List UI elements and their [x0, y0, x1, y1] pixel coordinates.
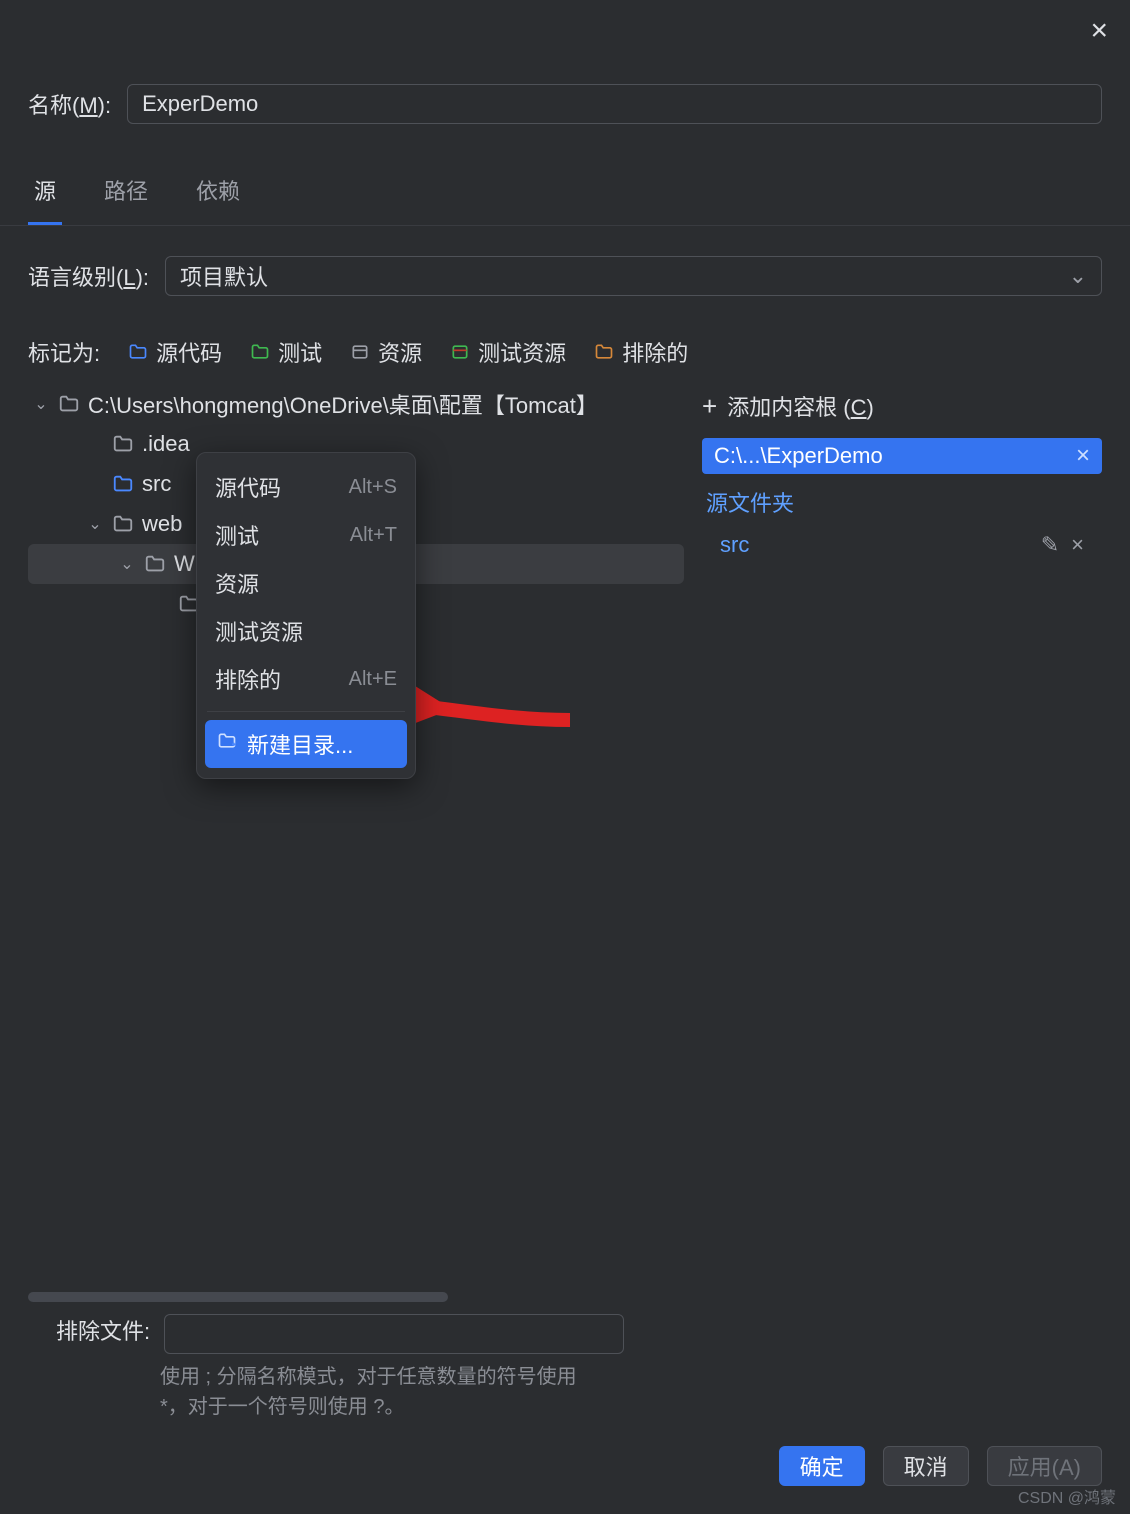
name-label: 名称(M): [28, 88, 111, 120]
tree-root[interactable]: ⌄C:\Users\hongmeng\OneDrive\桌面\配置【Tomcat… [28, 384, 684, 424]
separator [207, 711, 405, 712]
content-root-path: C:\...\ExperDemo [714, 443, 883, 469]
mark-excluded[interactable]: 排除的 [594, 336, 688, 368]
add-content-root[interactable]: + 添加内容根 (C) [702, 384, 1102, 428]
remove-icon[interactable]: × [1071, 532, 1084, 558]
tabs: 源 路径 依赖 [0, 164, 1130, 226]
tab-deps[interactable]: 依赖 [190, 164, 246, 225]
chevron-down-icon[interactable]: ⌄ [86, 514, 104, 534]
mark-test-resource[interactable]: 测试资源 [450, 336, 566, 368]
ctx-new-directory[interactable]: 新建目录... [205, 720, 407, 768]
ctx-source[interactable]: 源代码Alt+S [197, 463, 415, 511]
folder-icon [112, 513, 134, 535]
name-input[interactable] [127, 84, 1102, 124]
folder-blue-icon [128, 342, 148, 362]
folder-icon [144, 553, 166, 575]
language-level-value: 项目默认 [180, 260, 268, 292]
chevron-down-icon: ⌄ [1069, 263, 1087, 289]
folder-icon [112, 433, 134, 455]
language-level-label: 语言级别(L): [28, 260, 149, 292]
content-root-row[interactable]: C:\...\ExperDemo × [702, 438, 1102, 474]
tab-source[interactable]: 源 [28, 164, 62, 225]
folder-green-icon [250, 342, 270, 362]
ctx-test-resource[interactable]: 测试资源 [197, 607, 415, 655]
source-folders-header: 源文件夹 [702, 484, 1102, 520]
watermark: CSDN @鸿蒙 [1018, 1484, 1116, 1508]
ctx-resource[interactable]: 资源 [197, 559, 415, 607]
cancel-button[interactable]: 取消 [883, 1446, 969, 1486]
close-icon[interactable]: × [1090, 14, 1108, 48]
test-resource-icon [450, 342, 470, 362]
exclude-files-label: 排除文件: [56, 1314, 150, 1346]
exclude-files-input[interactable] [164, 1314, 624, 1354]
ctx-excluded[interactable]: 排除的Alt+E [197, 655, 415, 703]
ok-button[interactable]: 确定 [779, 1446, 865, 1486]
folder-blue-icon [112, 473, 134, 495]
edit-icon[interactable]: ✎ [1041, 532, 1059, 558]
exclude-files-hint: 使用 ; 分隔名称模式，对于任意数量的符号使用 *，对于一个符号则使用 ?。 [28, 1354, 588, 1422]
chevron-down-icon[interactable]: ⌄ [118, 554, 136, 574]
chevron-down-icon[interactable]: ⌄ [32, 394, 50, 414]
mark-source[interactable]: 源代码 [128, 336, 222, 368]
folder-orange-icon [594, 342, 614, 362]
language-level-select[interactable]: 项目默认 ⌄ [165, 256, 1102, 296]
source-folder-item[interactable]: src ✎ × [702, 530, 1102, 560]
plus-icon: + [702, 393, 717, 419]
mark-resource[interactable]: 资源 [350, 336, 422, 368]
mark-as-label: 标记为: [28, 336, 100, 368]
folder-icon [58, 393, 80, 415]
apply-button[interactable]: 应用(A) [987, 1446, 1102, 1486]
mark-test[interactable]: 测试 [250, 336, 322, 368]
horizontal-scroll-indicator[interactable] [28, 1292, 448, 1302]
context-menu: 源代码Alt+S 测试Alt+T 资源 测试资源 排除的Alt+E 新建目录..… [196, 452, 416, 779]
resource-icon [350, 342, 370, 362]
remove-root-icon[interactable]: × [1076, 442, 1090, 470]
tab-path[interactable]: 路径 [98, 164, 154, 225]
ctx-test[interactable]: 测试Alt+T [197, 511, 415, 559]
new-folder-icon [217, 731, 237, 757]
